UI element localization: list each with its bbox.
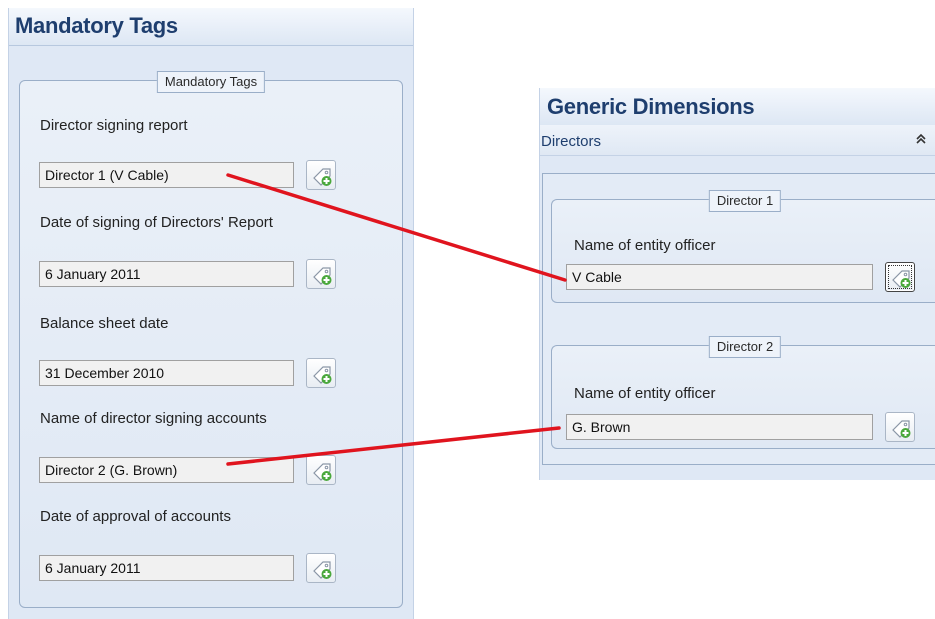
group-legend: Director 1 — [708, 190, 782, 212]
panel-header: Mandatory Tags — [9, 8, 413, 46]
tag-add-icon — [313, 366, 332, 384]
date-of-approval-field[interactable]: 6 January 2011 — [39, 555, 294, 581]
tag-add-button[interactable] — [306, 455, 336, 485]
tag-add-icon — [892, 270, 911, 288]
tag-add-button[interactable] — [306, 553, 336, 583]
field-label-date-of-signing: Date of signing of Directors' Report — [40, 214, 273, 231]
balance-sheet-date-field[interactable]: 31 December 2010 — [39, 360, 294, 386]
mandatory-tags-group: Mandatory Tags Director signing report D… — [19, 71, 403, 608]
field-label-director-signing-report: Director signing report — [40, 117, 188, 134]
date-of-signing-field[interactable]: 6 January 2011 — [39, 261, 294, 287]
generic-dimensions-panel: Generic Dimensions Directors Director 1 … — [539, 88, 935, 480]
group-legend: Mandatory Tags — [156, 71, 266, 93]
director-signing-report-field[interactable]: Director 1 (V Cable) — [39, 162, 294, 188]
tag-add-icon — [313, 267, 332, 285]
tag-add-icon — [313, 561, 332, 579]
tag-add-button[interactable] — [885, 262, 915, 292]
panel-title: Generic Dimensions — [547, 94, 755, 119]
tag-add-button[interactable] — [885, 412, 915, 442]
field-label-balance-sheet-date: Balance sheet date — [40, 315, 169, 332]
mandatory-tags-panel: Mandatory Tags Mandatory Tags Director s… — [8, 8, 414, 619]
field-label-entity-officer: Name of entity officer — [574, 237, 716, 254]
double-chevron-up-icon[interactable] — [915, 133, 927, 145]
director-1-name-field[interactable]: V Cable — [566, 264, 873, 290]
directors-section-header[interactable]: Directors — [540, 125, 935, 156]
tag-add-button[interactable] — [306, 259, 336, 289]
group-legend: Director 2 — [708, 336, 782, 358]
field-label-date-of-approval: Date of approval of accounts — [40, 508, 231, 525]
director-2-name-field[interactable]: G. Brown — [566, 414, 873, 440]
tag-add-button[interactable] — [306, 358, 336, 388]
field-label-entity-officer: Name of entity officer — [574, 385, 716, 402]
director-2-group: Director 2 Name of entity officer G. Bro… — [551, 336, 935, 449]
field-label-director-signing-accounts: Name of director signing accounts — [40, 410, 267, 427]
tag-add-button[interactable] — [306, 160, 336, 190]
tag-add-icon — [313, 463, 332, 481]
director-1-group: Director 1 Name of entity officer V Cabl… — [551, 190, 935, 303]
section-label: Directors — [541, 133, 602, 150]
panel-title: Mandatory Tags — [15, 13, 178, 38]
tag-add-icon — [892, 420, 911, 438]
directors-container: Director 1 Name of entity officer V Cabl… — [542, 173, 935, 465]
panel-header: Generic Dimensions — [540, 88, 935, 126]
director-signing-accounts-field[interactable]: Director 2 (G. Brown) — [39, 457, 294, 483]
tag-add-icon — [313, 168, 332, 186]
